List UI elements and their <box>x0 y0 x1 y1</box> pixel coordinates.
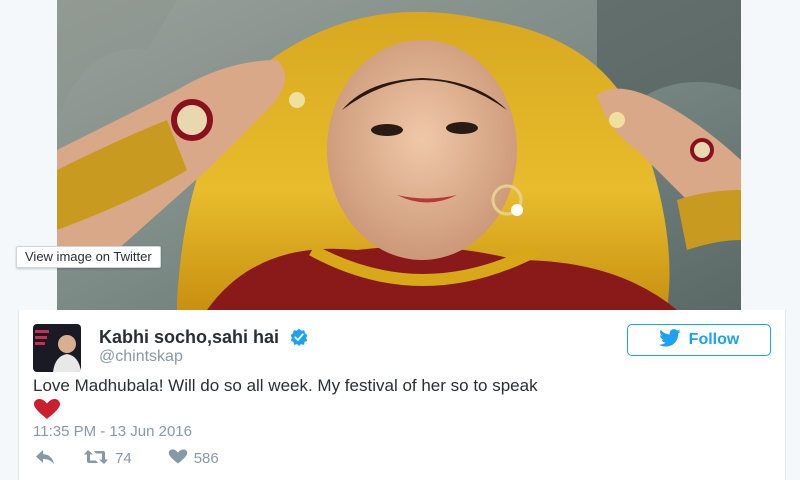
like-button[interactable]: 586 <box>168 448 219 469</box>
red-heart-emoji-icon <box>33 398 61 425</box>
heart-icon <box>168 448 188 469</box>
tweet-actions: 74 586 <box>35 448 219 469</box>
reply-button[interactable] <box>35 449 55 469</box>
user-name[interactable]: Kabhi socho,sahi hai <box>99 327 279 347</box>
tweet-timestamp[interactable]: 11:35 PM - 13 Jun 2016 <box>33 423 192 440</box>
retweet-button[interactable]: 74 <box>83 449 132 469</box>
follow-button[interactable]: Follow <box>627 324 771 356</box>
tweet-text: Love Madhubala! Will do so all week. My … <box>33 376 538 395</box>
view-image-tooltip[interactable]: View image on Twitter <box>16 246 161 268</box>
tweet-card: Kabhi socho,sahi hai @chintskap Follow L… <box>18 310 786 480</box>
retweet-icon <box>83 449 109 469</box>
reply-icon <box>35 449 55 469</box>
retweet-count: 74 <box>115 450 132 467</box>
avatar[interactable] <box>33 324 81 372</box>
follow-label: Follow <box>688 331 740 348</box>
user-handle[interactable]: @chintskap <box>99 348 183 366</box>
twitter-bird-icon <box>658 328 681 352</box>
verified-badge-icon <box>290 328 308 351</box>
like-count: 586 <box>193 450 219 467</box>
